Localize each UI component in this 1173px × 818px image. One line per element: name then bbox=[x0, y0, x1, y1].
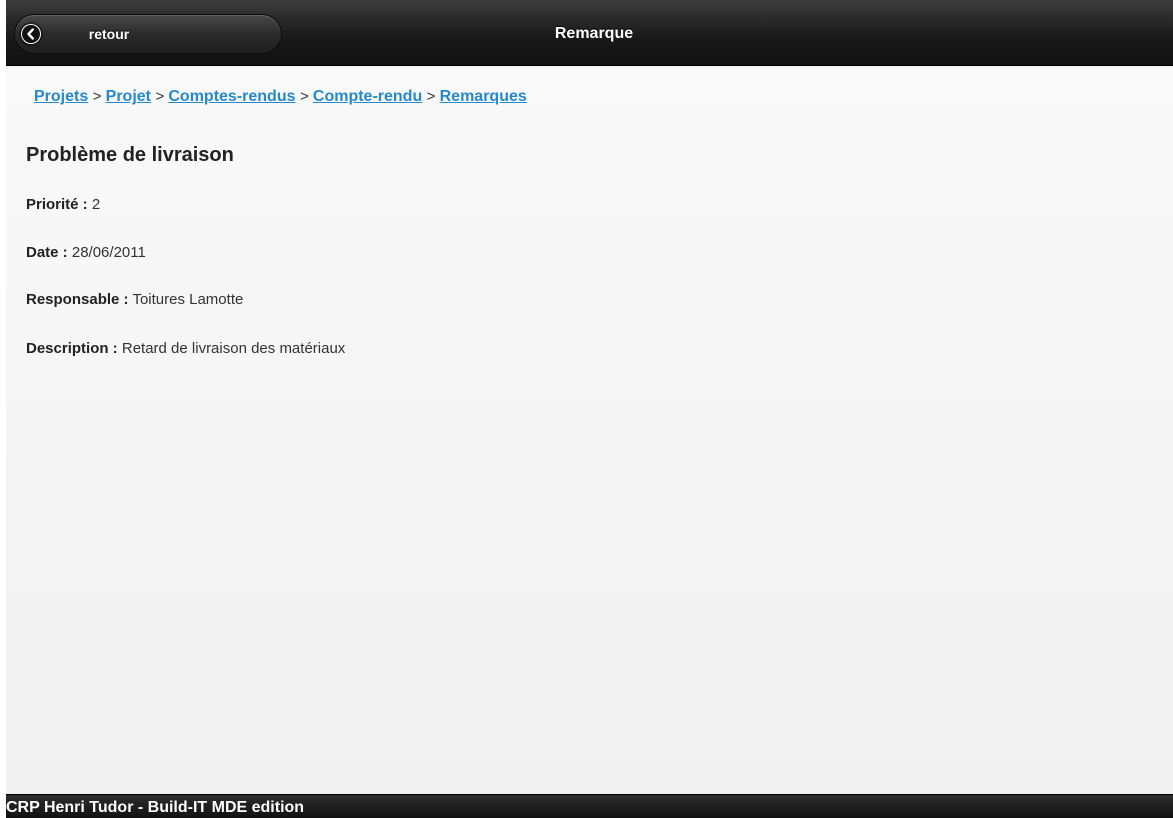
app-frame: retour Remarque Projets > Projet > Compt… bbox=[6, 0, 1173, 818]
field-label: Description : bbox=[26, 340, 118, 357]
breadcrumb-separator: > bbox=[155, 88, 169, 105]
breadcrumb-separator: > bbox=[92, 88, 106, 105]
breadcrumb-link-comptes-rendus[interactable]: Comptes-rendus bbox=[168, 88, 295, 105]
field-date: Date : 28/06/2011 bbox=[26, 244, 146, 261]
page-title: Remarque bbox=[554, 25, 634, 42]
header-bar: retour Remarque bbox=[6, 0, 1173, 66]
field-value: 28/06/2011 bbox=[71, 244, 146, 261]
field-label: Responsable : bbox=[26, 291, 129, 308]
breadcrumb-link-compte-rendu[interactable]: Compte-rendu bbox=[313, 88, 422, 105]
field-value: 2 bbox=[91, 196, 101, 213]
field-value: Retard de livraison des matériaux bbox=[121, 340, 346, 357]
footer-bar: CRP Henri Tudor - Build-IT MDE edition bbox=[6, 794, 1173, 818]
field-responsable: Responsable : Toitures Lamotte bbox=[26, 291, 243, 308]
field-priorite: Priorité : 2 bbox=[26, 196, 100, 213]
field-value: Toitures Lamotte bbox=[132, 291, 244, 308]
field-label: Date : bbox=[26, 244, 68, 261]
field-label: Priorité : bbox=[26, 196, 88, 213]
field-description: Description : Retard de livraison des ma… bbox=[26, 340, 345, 357]
breadcrumb-link-remarques[interactable]: Remarques bbox=[440, 88, 527, 105]
footer-text: CRP Henri Tudor - Build-IT MDE edition bbox=[6, 799, 305, 816]
breadcrumb-separator: > bbox=[426, 88, 440, 105]
breadcrumb-link-projet[interactable]: Projet bbox=[106, 88, 151, 105]
remark-title: Problème de livraison bbox=[26, 144, 234, 166]
breadcrumb: Projets > Projet > Comptes-rendus > Comp… bbox=[34, 88, 527, 106]
breadcrumb-separator: > bbox=[299, 88, 313, 105]
breadcrumb-link-projets[interactable]: Projets bbox=[34, 88, 88, 105]
main-content: Projets > Projet > Comptes-rendus > Comp… bbox=[6, 67, 1173, 794]
